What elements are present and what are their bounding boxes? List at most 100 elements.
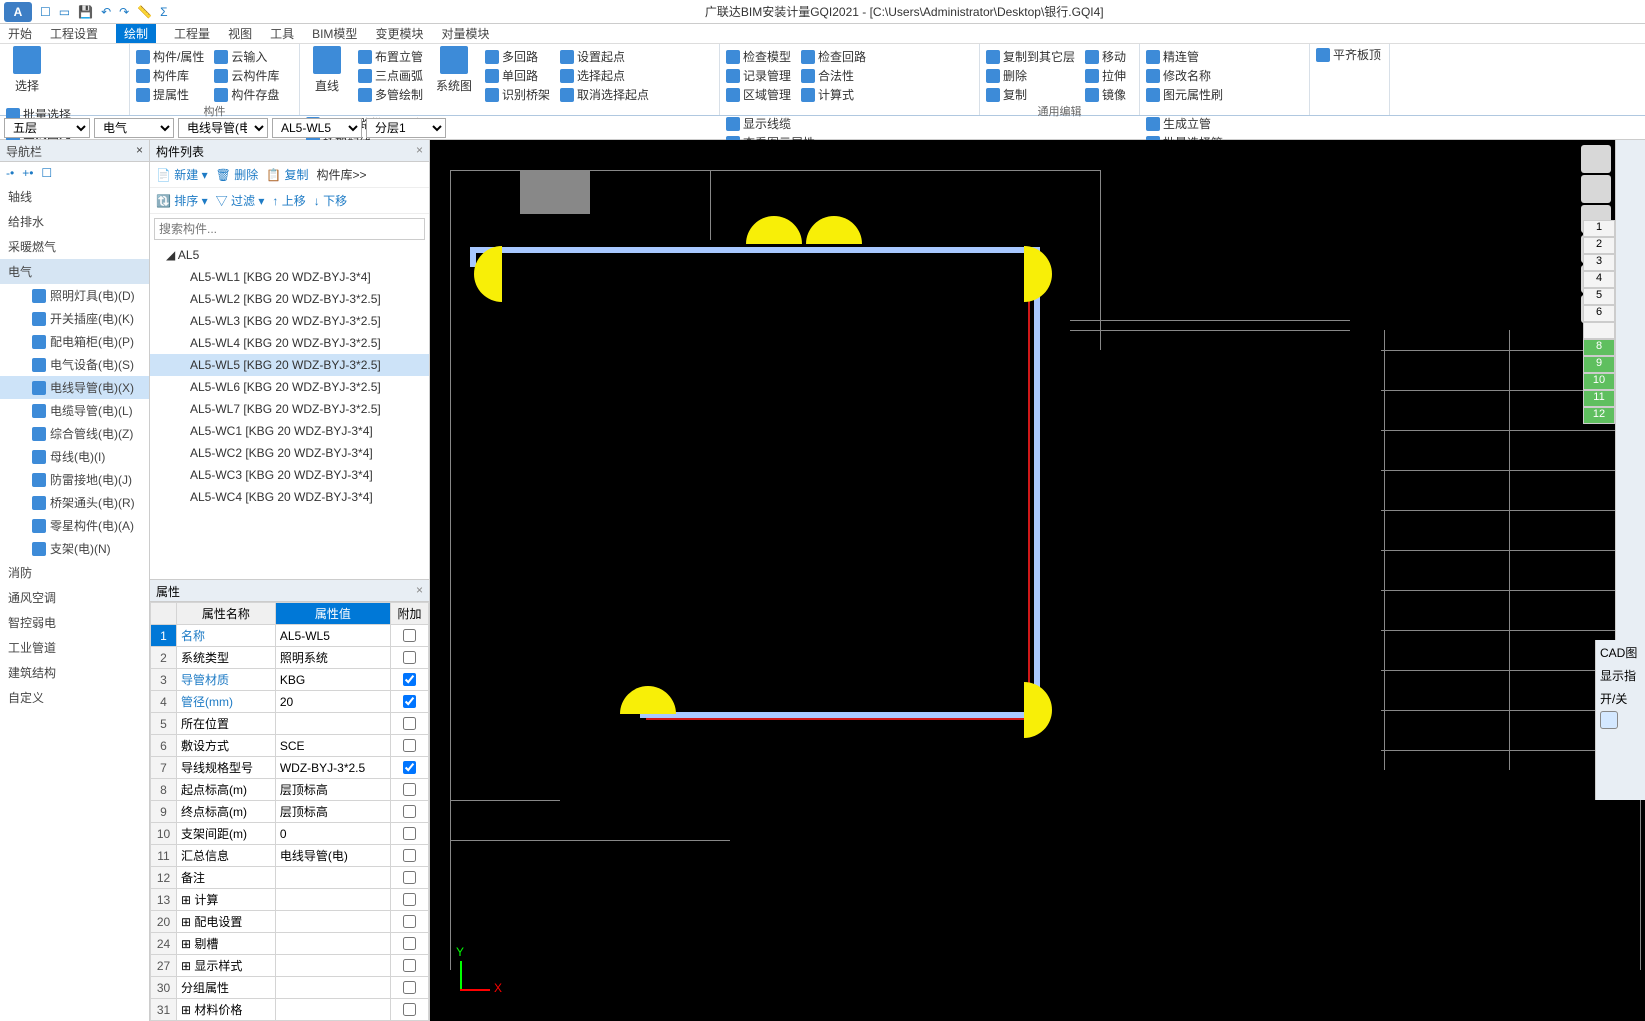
rb-item[interactable]: 移动	[1085, 48, 1126, 65]
qat-rule-icon[interactable]: 📏	[137, 5, 152, 19]
rb-item[interactable]: 构件存盘	[214, 86, 279, 103]
list-item[interactable]: AL5-WC1 [KBG 20 WDZ-BYJ-3*4]	[150, 420, 429, 442]
row-label[interactable]: 11	[1583, 390, 1615, 407]
select-button[interactable]: 选择	[6, 46, 48, 94]
right-panel-tabs[interactable]	[1615, 140, 1645, 640]
list-item[interactable]: AL5-WL2 [KBG 20 WDZ-BYJ-3*2.5]	[150, 288, 429, 310]
layer-select[interactable]: 分层1	[366, 118, 446, 138]
add-checkbox[interactable]	[403, 849, 416, 862]
nav-cat[interactable]: 给排水	[0, 209, 149, 234]
floor-select[interactable]: 五层	[4, 118, 90, 138]
nav-toolbar[interactable]: -•+•☐	[0, 162, 149, 184]
property-row[interactable]: 10支架间距(m)0	[151, 823, 429, 845]
property-row[interactable]: 20⊞ 配电设置	[151, 911, 429, 933]
menu-item[interactable]: 开始	[8, 25, 32, 42]
rb-item[interactable]: 多回路	[485, 48, 550, 65]
rb-item[interactable]: 三点画弧	[358, 67, 423, 84]
row-label[interactable]: 12	[1583, 407, 1615, 424]
up-button[interactable]: ↑ 上移	[272, 192, 305, 209]
sort-button[interactable]: 🔃 排序 ▾	[156, 192, 208, 209]
menu-item[interactable]: 对量模块	[441, 25, 489, 42]
property-row[interactable]: 4管径(mm)20	[151, 691, 429, 713]
rb-item[interactable]: 检查模型	[726, 48, 791, 65]
nav-subitem[interactable]: 电线导管(电)(X)	[0, 376, 149, 399]
rb-item[interactable]: 图元属性刷	[1146, 86, 1223, 103]
property-row[interactable]: 30分组属性	[151, 977, 429, 999]
property-row[interactable]: 13⊞ 计算	[151, 889, 429, 911]
menu-item[interactable]: 视图	[228, 25, 252, 42]
add-checkbox[interactable]	[403, 871, 416, 884]
line-button[interactable]: 直线	[306, 46, 348, 103]
add-checkbox[interactable]	[403, 695, 416, 708]
menu-item[interactable]: BIM模型	[312, 25, 357, 42]
quick-access[interactable]: ☐ ▭ 💾 ↶ ↷ 📏 Σ	[40, 5, 168, 19]
nav-cat[interactable]: 工业管道	[0, 635, 149, 660]
add-checkbox[interactable]	[403, 651, 416, 664]
menu-item[interactable]: 工具	[270, 25, 294, 42]
rb-item[interactable]: 选择起点	[560, 67, 649, 84]
property-row[interactable]: 27⊞ 显示样式	[151, 955, 429, 977]
rb-item[interactable]: 区域管理	[726, 86, 791, 103]
rb-item[interactable]: 生成立管	[1146, 115, 1223, 132]
drawing-canvas[interactable]: YX	[430, 140, 1645, 1021]
lib-button[interactable]: 构件库>>	[317, 166, 367, 183]
rb-item[interactable]: 设置起点	[560, 48, 649, 65]
nav-subitem[interactable]: 电缆导管(电)(L)	[0, 399, 149, 422]
system-button[interactable]: 系统图	[433, 46, 475, 103]
list-item[interactable]: AL5-WL7 [KBG 20 WDZ-BYJ-3*2.5]	[150, 398, 429, 420]
add-checkbox[interactable]	[403, 981, 416, 994]
list-item[interactable]: AL5-WC3 [KBG 20 WDZ-BYJ-3*4]	[150, 464, 429, 486]
add-checkbox[interactable]	[403, 937, 416, 950]
close-icon[interactable]: ×	[136, 143, 143, 158]
toggle-icon[interactable]	[1600, 711, 1618, 729]
rb-item[interactable]: 云输入	[214, 48, 279, 65]
category-select[interactable]: 电线导管(电)	[178, 118, 268, 138]
nav-subitem[interactable]: 母线(电)(I)	[0, 445, 149, 468]
property-row[interactable]: 31⊞ 材料价格	[151, 999, 429, 1021]
rb-item[interactable]: 提属性	[136, 86, 204, 103]
add-checkbox[interactable]	[403, 761, 416, 774]
list-item[interactable]: AL5-WL5 [KBG 20 WDZ-BYJ-3*2.5]	[150, 354, 429, 376]
row-label[interactable]	[1583, 322, 1615, 339]
nav-cat[interactable]: 自定义	[0, 685, 149, 710]
rb-item[interactable]: 镜像	[1085, 86, 1126, 103]
row-label[interactable]: 10	[1583, 373, 1615, 390]
rb-item[interactable]: 拉伸	[1085, 67, 1126, 84]
rb-item[interactable]: 复制到其它层	[986, 48, 1075, 65]
nav-cat[interactable]: 消防	[0, 560, 149, 585]
add-checkbox[interactable]	[403, 717, 416, 730]
nav-cat[interactable]: 智控弱电	[0, 610, 149, 635]
row-label[interactable]: 6	[1583, 305, 1615, 322]
qat-sum-icon[interactable]: Σ	[160, 5, 167, 19]
rb-item[interactable]: 计算式	[801, 86, 866, 103]
qat-undo-icon[interactable]: ↶	[101, 5, 111, 19]
property-row[interactable]: 9终点标高(m)层顶标高	[151, 801, 429, 823]
new-button[interactable]: 📄 新建 ▾	[156, 166, 208, 183]
menu-item[interactable]: 变更模块	[375, 25, 423, 42]
row-label[interactable]: 8	[1583, 339, 1615, 356]
nav-cat[interactable]: 建筑结构	[0, 660, 149, 685]
qat-open-icon[interactable]: ▭	[59, 5, 70, 19]
qat-redo-icon[interactable]: ↷	[119, 5, 129, 19]
list-item[interactable]: AL5-WL1 [KBG 20 WDZ-BYJ-3*4]	[150, 266, 429, 288]
major-select[interactable]: 电气	[94, 118, 174, 138]
add-checkbox[interactable]	[403, 739, 416, 752]
nav-subitem[interactable]: 开关插座(电)(K)	[0, 307, 149, 330]
property-row[interactable]: 8起点标高(m)层顶标高	[151, 779, 429, 801]
rb-item[interactable]: 修改名称	[1146, 67, 1223, 84]
nav-cat-electric[interactable]: 电气	[0, 259, 149, 284]
property-row[interactable]: 1名称AL5-WL5	[151, 625, 429, 647]
row-label[interactable]: 9	[1583, 356, 1615, 373]
close-icon[interactable]: ×	[416, 583, 423, 598]
add-checkbox[interactable]	[403, 827, 416, 840]
nav-subitem[interactable]: 防雷接地(电)(J)	[0, 468, 149, 491]
property-row[interactable]: 3导管材质KBG	[151, 669, 429, 691]
delete-button[interactable]: 🗑 删除	[216, 166, 259, 183]
menu-item[interactable]: 工程设置	[50, 25, 98, 42]
rb-item[interactable]: 显示线缆	[726, 115, 839, 132]
menu-item[interactable]: 工程量	[174, 25, 210, 42]
qat-new-icon[interactable]: ☐	[40, 5, 51, 19]
down-button[interactable]: ↓ 下移	[314, 192, 347, 209]
qat-save-icon[interactable]: 💾	[78, 5, 93, 19]
row-label[interactable]: 2	[1583, 237, 1615, 254]
